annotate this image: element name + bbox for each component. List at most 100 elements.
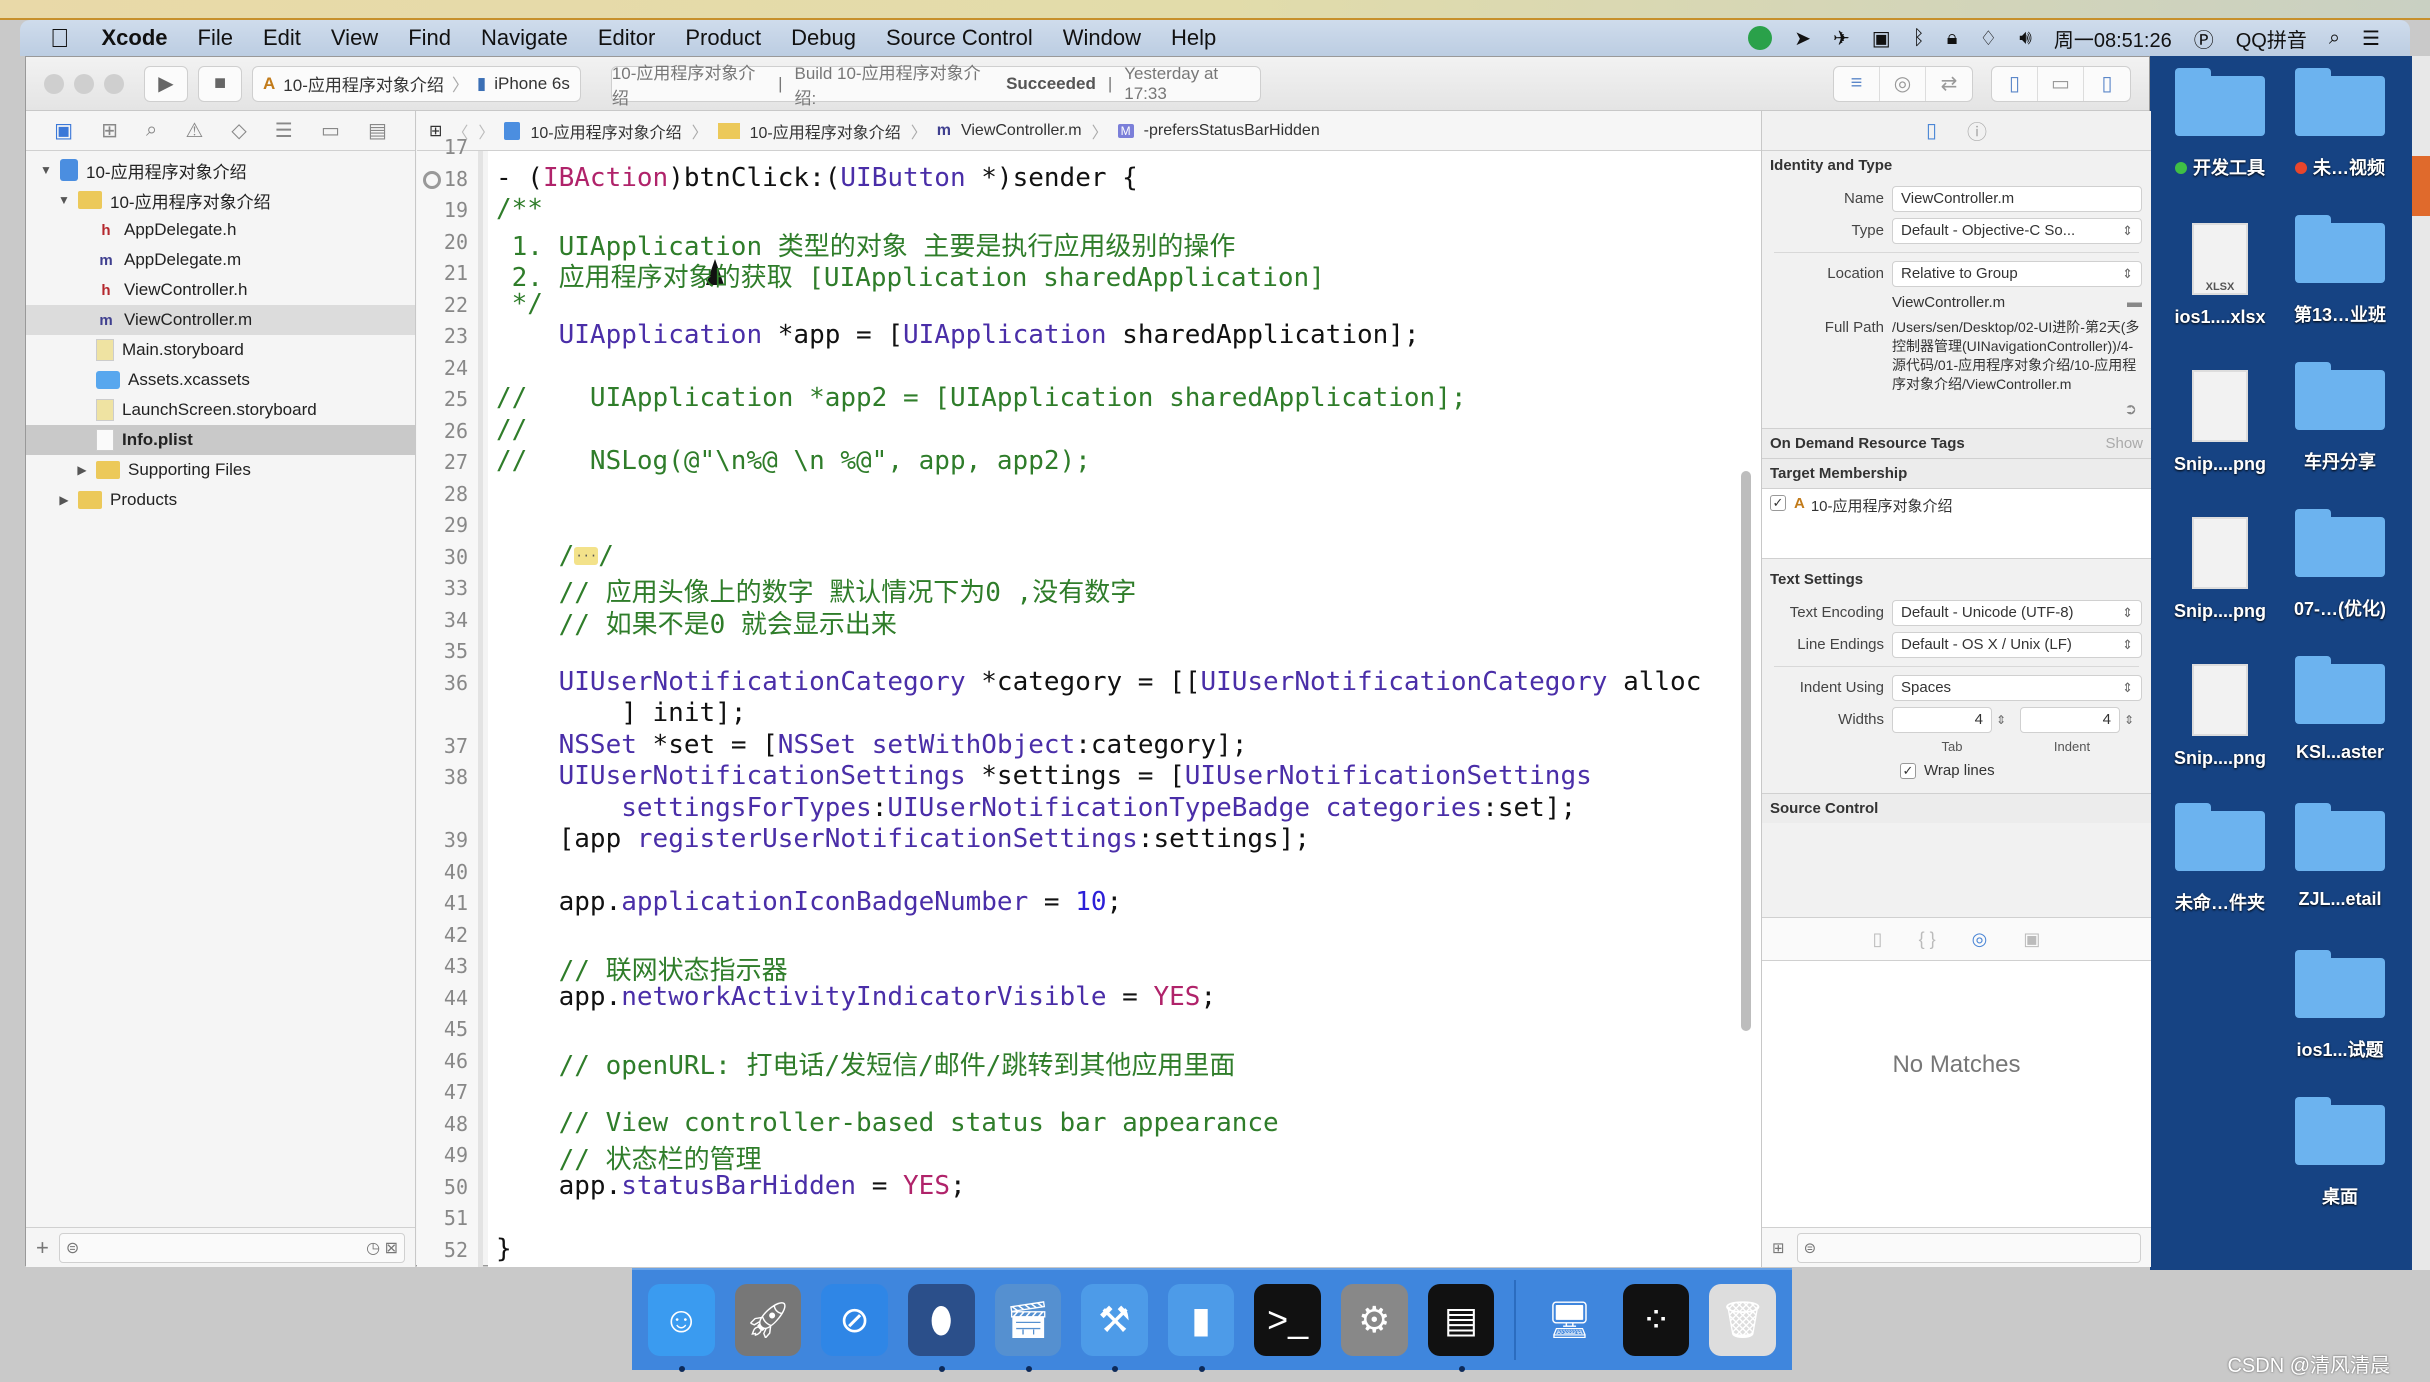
file-inspector-tab-icon[interactable]: ▯: [1926, 118, 1937, 143]
reveal-in-finder-icon[interactable]: ➲: [1762, 400, 2151, 418]
desktop-item[interactable]: 第13…业班: [2280, 215, 2400, 327]
tab-width-stepper[interactable]: ⇕: [1996, 713, 2010, 727]
file-name-field[interactable]: ViewController.m: [1892, 186, 2142, 212]
dock-item[interactable]: ⊘: [821, 1284, 888, 1356]
dock-item[interactable]: ⁘: [1622, 1284, 1690, 1356]
breadcrumb-file[interactable]: ViewController.m: [961, 122, 1082, 140]
bluetooth-icon[interactable]: ᛒ: [1913, 27, 1925, 50]
menu-app-name[interactable]: Xcode: [102, 25, 168, 51]
menu-editor[interactable]: Editor: [598, 25, 655, 51]
tree-item[interactable]: h ViewController.h: [26, 275, 415, 305]
object-library-icon[interactable]: ◎: [1972, 929, 1988, 950]
dock-item[interactable]: ▤: [1427, 1284, 1495, 1372]
desktop-item[interactable]: KSI...aster: [2280, 656, 2400, 763]
close-window-button[interactable]: [44, 73, 64, 94]
apple-menu-icon[interactable]: : [50, 23, 70, 54]
project-navigator-tab-icon[interactable]: ▣: [54, 118, 73, 143]
desktop-item[interactable]: 桌面: [2280, 1097, 2400, 1209]
tree-item[interactable]: LaunchScreen.storyboard: [26, 395, 415, 425]
toggle-utilities-icon[interactable]: ▯: [2084, 67, 2130, 101]
find-navigator-tab-icon[interactable]: ⌕: [146, 119, 157, 142]
dock-item[interactable]: ⬮: [907, 1284, 975, 1372]
tree-item[interactable]: Main.storyboard: [26, 335, 415, 365]
scm-filter-icon[interactable]: ⊠: [385, 1240, 398, 1257]
indent-width-field[interactable]: 4: [2020, 707, 2120, 733]
menu-navigate[interactable]: Navigate: [481, 25, 568, 51]
wrap-lines-checkbox[interactable]: ✓: [1900, 762, 1916, 779]
menu-product[interactable]: Product: [685, 25, 761, 51]
input-method-icon[interactable]: Ⓟ: [2194, 24, 2214, 53]
symbol-navigator-tab-icon[interactable]: ⊞: [101, 118, 118, 143]
clock[interactable]: 周一08:51:26: [2054, 24, 2172, 53]
quick-help-tab-icon[interactable]: ⓘ: [1967, 116, 1987, 145]
forward-icon[interactable]: 〉: [478, 119, 494, 143]
dock-item[interactable]: ⚙: [1341, 1284, 1408, 1356]
run-button[interactable]: ▶: [144, 65, 188, 102]
editor-scrollbar[interactable]: [1741, 471, 1751, 1031]
desktop-item[interactable]: 未命…件夹: [2160, 803, 2280, 915]
location-icon[interactable]: ➤: [1794, 26, 1811, 51]
source-editor[interactable]: - (IBAction)btnClick:(UIButton *)sender …: [488, 151, 1761, 1267]
tree-item[interactable]: ▶ Products: [26, 485, 415, 515]
file-template-library-icon[interactable]: ▯: [1873, 929, 1883, 950]
dock-item[interactable]: >_: [1254, 1284, 1321, 1356]
tree-item[interactable]: Info.plist: [26, 425, 415, 455]
media-library-icon[interactable]: ▣: [2023, 929, 2040, 950]
disclosure-expanded-icon[interactable]: ▼: [56, 193, 72, 207]
assistant-editor-icon[interactable]: ◎: [1880, 66, 1926, 101]
choose-folder-icon[interactable]: ▬: [2127, 293, 2142, 312]
menu-find[interactable]: Find: [408, 25, 451, 51]
minimize-window-button[interactable]: [74, 73, 94, 94]
dock-item[interactable]: ☺: [648, 1284, 715, 1372]
navigator-filter-input[interactable]: ⊜ ◷ ⊠: [58, 1232, 405, 1263]
issue-navigator-tab-icon[interactable]: ⚠: [185, 118, 203, 143]
odr-show-button[interactable]: Show: [2105, 435, 2143, 452]
tree-item[interactable]: ▼ 10-应用程序对象介绍: [26, 155, 415, 185]
tree-item[interactable]: h AppDelegate.h: [26, 215, 415, 245]
desktop-item[interactable]: ZJL...etail: [2280, 803, 2400, 910]
desktop-item[interactable]: 车丹分享: [2280, 362, 2400, 474]
version-editor-icon[interactable]: ⇄: [1926, 67, 1972, 101]
target-checkbox[interactable]: ✓: [1770, 495, 1786, 511]
dock-item[interactable]: 🎬︎: [994, 1284, 1062, 1372]
toggle-debug-area-icon[interactable]: ▭: [2038, 66, 2084, 101]
menu-edit[interactable]: Edit: [263, 25, 301, 51]
breadcrumb-group[interactable]: 10-应用程序对象介绍: [750, 119, 901, 143]
dock-item[interactable]: 🗑︎: [1709, 1284, 1777, 1356]
ibaction-connection-icon[interactable]: [423, 170, 441, 189]
menu-help[interactable]: Help: [1171, 25, 1216, 51]
dock-item[interactable]: 🖥︎: [1536, 1284, 1603, 1356]
wifi-icon[interactable]: ♢: [1979, 26, 1997, 51]
dock-item[interactable]: 🚀︎: [734, 1284, 802, 1356]
grid-view-icon[interactable]: ⊞: [1772, 1239, 1785, 1257]
breadcrumb-project[interactable]: 10-应用程序对象介绍: [530, 119, 681, 143]
tree-item[interactable]: m ViewController.m: [26, 305, 415, 335]
test-navigator-tab-icon[interactable]: ◇: [231, 118, 246, 143]
library-filter-input[interactable]: ⊜: [1796, 1232, 2141, 1263]
menu-file[interactable]: File: [198, 25, 233, 51]
report-navigator-tab-icon[interactable]: ▤: [368, 118, 387, 143]
dock-item[interactable]: ⚒: [1081, 1284, 1148, 1372]
scheme-selector[interactable]: A 10-应用程序对象介绍 〉 ▮ iPhone 6s: [252, 65, 581, 102]
tree-item[interactable]: m AppDelegate.m: [26, 245, 415, 275]
menu-window[interactable]: Window: [1063, 25, 1141, 51]
desktop-item[interactable]: 开发工具: [2160, 68, 2280, 180]
menu-source-control[interactable]: Source Control: [886, 25, 1033, 51]
menu-view[interactable]: View: [331, 25, 378, 51]
airplane-icon[interactable]: ✈: [1833, 26, 1850, 51]
lock-icon[interactable]: 🔒︎: [1947, 27, 1958, 50]
tab-width-field[interactable]: 4: [1892, 707, 1992, 733]
menu-debug[interactable]: Debug: [791, 25, 856, 51]
desktop-item[interactable]: Snip....png: [2160, 370, 2280, 475]
zoom-window-button[interactable]: [104, 73, 124, 94]
indent-width-stepper[interactable]: ⇕: [2124, 713, 2138, 727]
standard-editor-icon[interactable]: ≡: [1834, 66, 1880, 101]
desktop-item[interactable]: ios1...试题: [2280, 950, 2400, 1062]
tree-item[interactable]: ▼ 10-应用程序对象介绍: [26, 185, 415, 215]
location-select[interactable]: Relative to Group ⇕: [1892, 261, 2142, 287]
recent-files-icon[interactable]: ◷: [366, 1240, 380, 1257]
code-snippet-library-icon[interactable]: { }: [1919, 929, 1936, 950]
input-method-label[interactable]: QQ拼音: [2236, 24, 2307, 53]
related-items-icon[interactable]: ⊞: [429, 121, 442, 141]
stop-button[interactable]: ■: [198, 65, 242, 102]
